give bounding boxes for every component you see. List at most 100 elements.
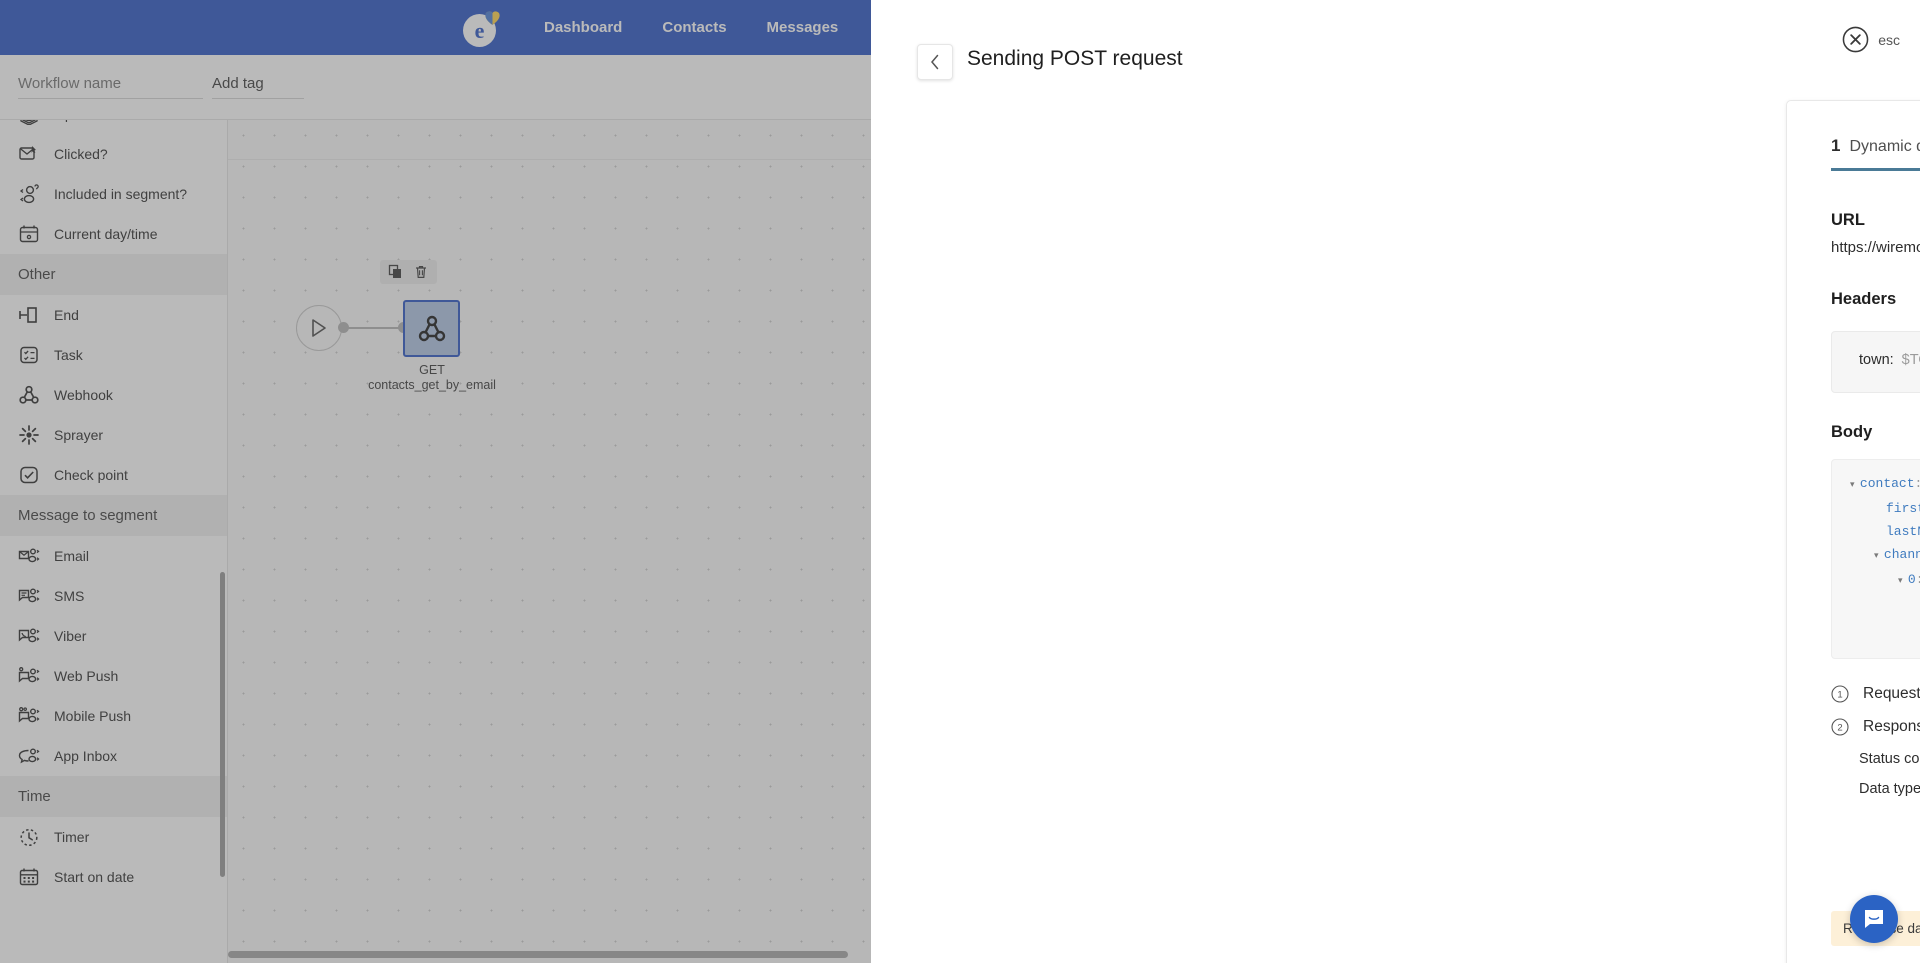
webpush-segment-icon bbox=[18, 667, 40, 683]
task-icon bbox=[20, 346, 38, 364]
json-key: 0 bbox=[1907, 572, 1916, 587]
checkpoint-icon bbox=[20, 466, 38, 484]
circle-two-icon: 2 bbox=[1831, 718, 1849, 736]
block-palette[interactable]: Opened? Clicked? Included in segment? Curre… bbox=[0, 120, 228, 963]
palette-group-header: Message to segment bbox=[0, 495, 227, 536]
nav-link-contacts[interactable]: Contacts bbox=[642, 19, 746, 36]
json-line: ▾ channels: bbox=[1850, 543, 1920, 568]
workflow-name-input[interactable] bbox=[18, 75, 203, 99]
timer-icon bbox=[20, 828, 38, 847]
palette-item-end[interactable]: End bbox=[0, 295, 227, 335]
envelope-click-icon bbox=[19, 146, 36, 160]
page-title: Sending POST request bbox=[967, 47, 1183, 70]
status-request-sent-label: Request sent bbox=[1863, 685, 1920, 702]
add-tag-input[interactable] bbox=[212, 75, 304, 99]
node-connector bbox=[342, 327, 404, 329]
close-control[interactable]: esc bbox=[1842, 26, 1900, 53]
json-key: channels bbox=[1883, 547, 1920, 562]
drawer-header: Sending POST request esc bbox=[871, 0, 1920, 96]
palette-item-mobile-push[interactable]: Mobile Push bbox=[0, 696, 227, 736]
header-value: $TOWN bbox=[1901, 352, 1920, 368]
status-code-row: Status code: 200 bbox=[1859, 751, 1920, 767]
viber-segment-icon bbox=[18, 628, 40, 643]
tab-dynamic-data-underline bbox=[1831, 168, 1920, 171]
body-json: ▾ contact:firstName: "Test"lastName: "Pe… bbox=[1850, 472, 1920, 639]
delete-icon[interactable] bbox=[413, 264, 429, 280]
collapse-arrow-icon[interactable]: ▾ bbox=[1874, 551, 1884, 561]
palette-item-sprayer[interactable]: Sprayer bbox=[0, 415, 227, 455]
palette-item-label: Clicked? bbox=[54, 146, 108, 162]
chat-icon bbox=[1865, 910, 1883, 928]
headers-box: town: $TOWN bbox=[1831, 331, 1920, 393]
palette-item-opened[interactable]: Opened? bbox=[0, 120, 227, 134]
data-type-row: Data type: JSON bbox=[1859, 781, 1920, 797]
palette-item-sms[interactable]: SMS bbox=[0, 576, 227, 616]
start-node[interactable] bbox=[296, 305, 342, 351]
palette-item-email[interactable]: Email bbox=[0, 536, 227, 576]
collapse-arrow-icon[interactable]: ▾ bbox=[1850, 480, 1860, 490]
json-colon: : bbox=[1915, 476, 1920, 491]
json-key: lastName bbox=[1886, 524, 1920, 539]
palette-item-label: Webhook bbox=[54, 387, 113, 403]
webhook-icon bbox=[418, 315, 445, 341]
tab-dynamic-data-number: 1 bbox=[1831, 136, 1841, 155]
heart-icon bbox=[485, 11, 500, 25]
collapse-arrow-icon[interactable]: ▾ bbox=[1898, 576, 1908, 586]
calendar-icon bbox=[19, 868, 39, 886]
json-line: type: "email" bbox=[1850, 593, 1920, 616]
circle-one-icon: 1 bbox=[1831, 685, 1849, 703]
calendar-clock-icon bbox=[19, 225, 39, 243]
canvas-horizontal-scrollbar[interactable] bbox=[228, 951, 848, 958]
palette-item-included-in-segment[interactable]: Included in segment? bbox=[0, 174, 227, 214]
palette-item-label: Email bbox=[54, 548, 90, 564]
palette-item-check-point[interactable]: Check point bbox=[0, 455, 227, 495]
nav-link-dashboard[interactable]: Dashboard bbox=[524, 19, 642, 36]
webhook-node-method: GET bbox=[419, 363, 445, 377]
app-logo[interactable]: e bbox=[463, 8, 507, 48]
request-card: 1 Dynamic data 2 Request URL https://wir… bbox=[1786, 100, 1920, 963]
palette-item-label: Current day/time bbox=[54, 226, 158, 242]
connector-dot-start bbox=[338, 322, 349, 333]
tab-dynamic-data[interactable]: 1 Dynamic data bbox=[1831, 136, 1920, 171]
copy-icon[interactable] bbox=[388, 264, 404, 280]
data-type-label: Data type: bbox=[1859, 781, 1920, 797]
palette-item-label: Viber bbox=[54, 628, 87, 644]
appinbox-segment-icon bbox=[18, 748, 40, 764]
webhook-icon bbox=[19, 385, 39, 404]
body-section-title: Body bbox=[1831, 423, 1873, 441]
palette-item-timer[interactable]: Timer bbox=[0, 817, 227, 857]
palette-list: Opened? Clicked? Included in segment? Curre… bbox=[0, 120, 227, 897]
palette-item-label: Task bbox=[54, 347, 83, 363]
nav-link-messages[interactable]: Messages bbox=[747, 19, 859, 36]
step-tabs: 1 Dynamic data 2 Request bbox=[1831, 136, 1920, 171]
email-segment-icon bbox=[18, 548, 40, 563]
palette-item-web-push[interactable]: Web Push bbox=[0, 656, 227, 696]
close-icon[interactable] bbox=[1842, 26, 1869, 53]
url-value: https://wiremock-8080.esstage.com/get/$T… bbox=[1831, 239, 1920, 256]
palette-item-label: App Inbox bbox=[54, 748, 118, 764]
webhook-node-name: contacts_get_by_email bbox=[368, 378, 496, 392]
palette-item-app-inbox[interactable]: App Inbox bbox=[0, 736, 227, 776]
palette-item-task[interactable]: Task bbox=[0, 335, 227, 375]
headers-section-title: Headers bbox=[1831, 290, 1897, 308]
palette-item-label: Sprayer bbox=[54, 427, 104, 443]
palette-scrollbar[interactable] bbox=[220, 572, 225, 877]
palette-item-webhook[interactable]: Webhook bbox=[0, 375, 227, 415]
palette-item-start-on-date[interactable]: Start on date bbox=[0, 857, 227, 897]
palette-item-clicked[interactable]: Clicked? bbox=[0, 134, 227, 174]
palette-item-viber[interactable]: Viber bbox=[0, 616, 227, 656]
json-line: ▾ contact: bbox=[1850, 472, 1920, 497]
json-line: ▾ 0: bbox=[1850, 568, 1920, 593]
envelope-opened-icon bbox=[20, 120, 38, 125]
tab-dynamic-data-label: Dynamic data bbox=[1849, 138, 1920, 155]
end-icon bbox=[19, 307, 37, 323]
webhook-node[interactable] bbox=[403, 300, 460, 357]
body-code-box: ▾ contact:firstName: "Test"lastName: "Pe… bbox=[1831, 459, 1920, 659]
json-key: contact bbox=[1859, 476, 1915, 491]
intercom-chat-launcher[interactable] bbox=[1850, 895, 1898, 943]
back-button[interactable] bbox=[917, 44, 953, 80]
palette-item-current-day-time[interactable]: Current day/time bbox=[0, 214, 227, 254]
sprayer-icon bbox=[19, 425, 39, 445]
header-key: town: bbox=[1859, 352, 1894, 368]
play-icon bbox=[312, 319, 326, 337]
